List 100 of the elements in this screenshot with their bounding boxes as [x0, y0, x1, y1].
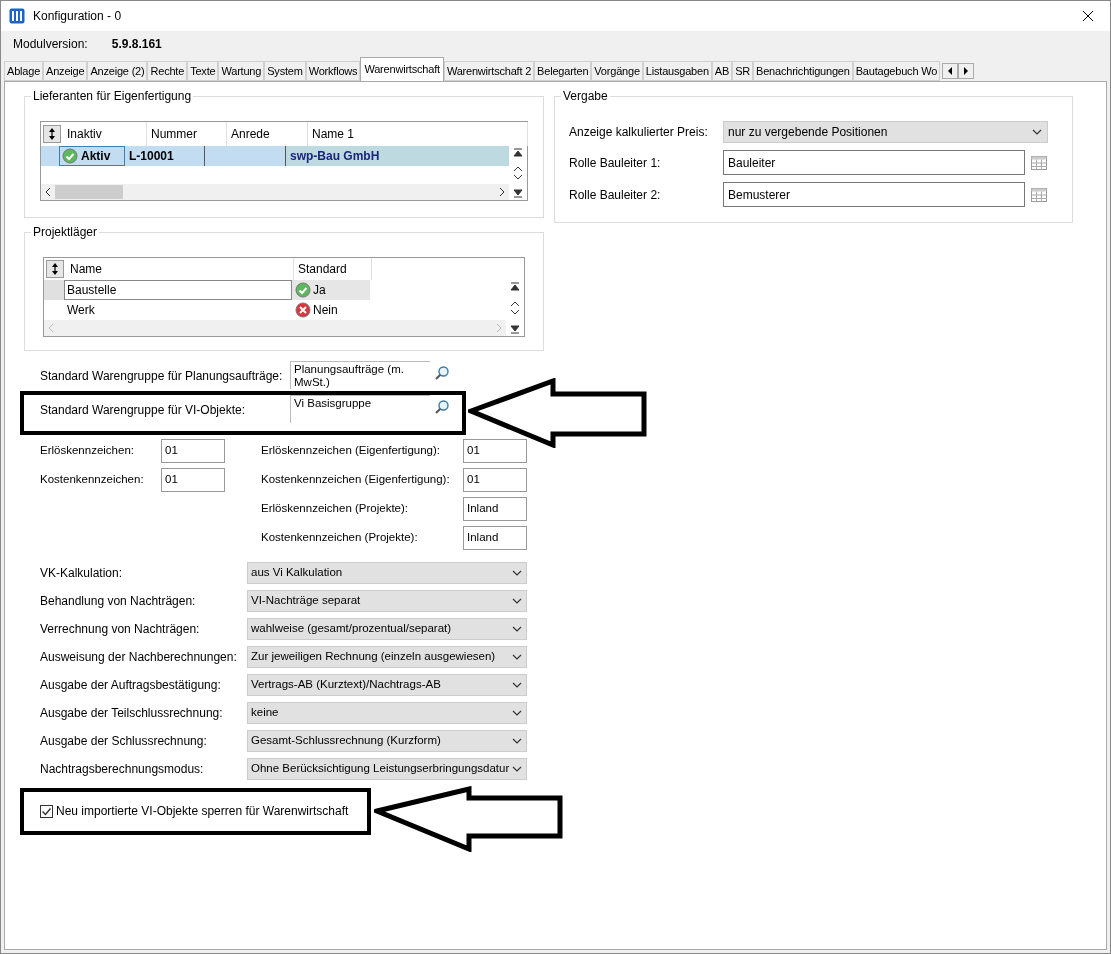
- scroll-top-icon[interactable]: [513, 148, 523, 158]
- sort-icon[interactable]: [43, 125, 61, 143]
- dropdown-value: aus Vi Kalkulation: [251, 565, 344, 581]
- field-label: Verrechnung von Nachträgen:: [40, 621, 201, 638]
- field-label: Erlöskennzeichen (Projekte):: [261, 501, 409, 517]
- field-label: Standard Warengruppe für VI-Objekte:: [40, 402, 246, 419]
- tab[interactable]: Belegarten: [534, 61, 592, 81]
- tab[interactable]: Bautagebuch Wo: [852, 61, 941, 81]
- input-field[interactable]: Inland: [463, 497, 527, 521]
- cell-text: Ja: [313, 282, 326, 299]
- table-icon[interactable]: [1031, 187, 1047, 202]
- field-label: Rolle Bauleiter 2:: [569, 186, 662, 204]
- scroll-left-icon[interactable]: [942, 63, 959, 79]
- chevron-down-icon: [511, 652, 523, 662]
- tab[interactable]: AB: [711, 61, 733, 81]
- grid-row[interactable]: Werk Nein: [44, 300, 506, 320]
- dropdown[interactable]: Gesamt-Schlussrechnung (Kurzform): [247, 730, 527, 752]
- field-label: VK-Kalkulation:: [40, 565, 124, 582]
- dropdown-value: nur zu vergebende Positionen: [728, 124, 889, 141]
- sort-icon[interactable]: [46, 260, 64, 278]
- tab[interactable]: Listausgaben: [642, 61, 712, 81]
- group-title: Lieferanten für Eigenfertigung: [31, 89, 194, 103]
- field-label: Erlöskennzeichen:: [40, 443, 135, 459]
- search-icon[interactable]: [434, 365, 450, 381]
- dropdown-value: Vertrags-AB (Kurztext)/Nachtrags-AB: [251, 677, 442, 693]
- chevron-down-icon: [511, 764, 523, 774]
- module-version-label: Modulversion:: [13, 36, 88, 53]
- field-label: Ausgabe der Auftragsbestätigung:: [40, 677, 222, 694]
- input-field[interactable]: 01: [161, 439, 225, 463]
- table-icon[interactable]: [1031, 155, 1047, 170]
- tab[interactable]: Warenwirtschaft 2: [443, 61, 535, 81]
- dropdown[interactable]: aus Vi Kalkulation: [247, 562, 527, 584]
- tab[interactable]: Anzeige (2): [87, 61, 148, 81]
- field-label: Ausweisung der Nachberechnungen:: [40, 649, 238, 666]
- group-title: Vergabe: [561, 89, 610, 103]
- input-field[interactable]: Bemusterer: [723, 182, 1025, 207]
- group-title: Projektläger: [31, 225, 100, 239]
- dropdown-value: wahlweise (gesamt/prozentual/separat): [251, 621, 453, 637]
- dropdown-value: Ohne Berücksichtigung Leistungserbringungsdatur: [251, 761, 511, 777]
- field-label: Kostenkennzeichen (Projekte):: [261, 530, 419, 546]
- grid-row[interactable]: Aktiv L-10001 swp-Bau GmbH: [41, 146, 509, 166]
- field-label: Erlöskennzeichen (Eigenfertigung):: [261, 443, 441, 459]
- window-title: Konfiguration - 0: [33, 8, 123, 25]
- dropdown[interactable]: nur zu vergebende Positionen: [723, 121, 1048, 143]
- chevron-down-icon: [511, 680, 523, 690]
- tab[interactable]: Ablage: [4, 61, 44, 81]
- horizontal-scrollbar[interactable]: [41, 184, 509, 200]
- scroll-up-down-icon[interactable]: [513, 165, 523, 181]
- lookup-field[interactable]: Planungsaufträge (m. MwSt.): [290, 361, 430, 389]
- dropdown[interactable]: keine: [247, 702, 527, 724]
- field-label: Behandlung von Nachträgen:: [40, 593, 197, 610]
- checkbox[interactable]: [40, 804, 53, 818]
- field-label: Rolle Bauleiter 1:: [569, 154, 662, 172]
- dropdown-value: Zur jeweiligen Rechnung (einzeln ausgewiesen): [251, 649, 497, 665]
- chevron-down-icon: [511, 736, 523, 746]
- tab[interactable]: Rechte: [147, 61, 188, 81]
- tab[interactable]: Vorgänge: [591, 61, 643, 81]
- scroll-top-icon[interactable]: [510, 282, 520, 292]
- tab[interactable]: Workflows: [305, 61, 361, 81]
- chevron-down-icon: [511, 624, 523, 634]
- dropdown[interactable]: Zur jeweiligen Rechnung (einzeln ausgewiesen): [247, 646, 527, 668]
- scroll-right-icon[interactable]: [958, 63, 975, 79]
- field-label: Ausgabe der Schlussrechnung:: [40, 733, 208, 750]
- input-field[interactable]: Bauleiter: [723, 150, 1025, 175]
- scroll-left-icon[interactable]: [43, 187, 53, 197]
- tab[interactable]: Texte: [187, 61, 219, 81]
- input-field[interactable]: 01: [463, 468, 527, 492]
- scrollbar-thumb[interactable]: [55, 185, 123, 199]
- field-label: Standard Warengruppe für Planungsaufträge:: [40, 368, 284, 385]
- scroll-right-icon[interactable]: [497, 187, 507, 197]
- field-label: Anzeige kalkulierter Preis:: [569, 124, 709, 141]
- dropdown[interactable]: wahlweise (gesamt/prozentual/separat): [247, 618, 527, 640]
- dropdown[interactable]: VI-Nachträge separat: [247, 590, 527, 612]
- dropdown[interactable]: Vertrags-AB (Kurztext)/Nachtrags-AB: [247, 674, 527, 696]
- scroll-bottom-icon[interactable]: [510, 324, 520, 334]
- table-cell: Baustelle: [64, 280, 292, 300]
- field-label: Nachtragsberechnungsmodus:: [40, 761, 205, 778]
- table-cell: L-10001: [125, 146, 205, 166]
- tab[interactable]: Anzeige: [43, 61, 88, 81]
- status-text: Aktiv: [81, 148, 111, 165]
- close-icon[interactable]: [1082, 10, 1094, 22]
- scroll-up-down-icon[interactable]: [510, 300, 520, 316]
- tab[interactable]: SR: [732, 61, 754, 81]
- grid-row[interactable]: Baustelle Ja: [44, 280, 506, 300]
- input-field[interactable]: 01: [161, 468, 225, 492]
- chevron-down-icon: [511, 708, 523, 718]
- input-field[interactable]: 01: [463, 439, 527, 463]
- table-cell-text: Werk: [66, 302, 96, 319]
- cell-text: Nein: [313, 302, 338, 319]
- tab[interactable]: System: [264, 61, 306, 81]
- tab[interactable]: Warenwirtschaft: [360, 57, 444, 81]
- tab[interactable]: Benachrichtigungen: [753, 61, 853, 81]
- tab[interactable]: Wartung: [218, 61, 265, 81]
- checkbox-label: Neu importierte VI-Objekte sperren für Warenwirtschaft: [56, 803, 349, 820]
- module-version-value: 5.9.8.161: [111, 36, 162, 53]
- lookup-field[interactable]: Vi Basisgruppe: [290, 395, 430, 423]
- input-field[interactable]: Inland: [463, 526, 527, 550]
- scroll-bottom-icon[interactable]: [513, 188, 523, 198]
- search-icon[interactable]: [434, 399, 450, 415]
- dropdown[interactable]: Ohne Berücksichtigung Leistungserbringungsdatur: [247, 758, 527, 780]
